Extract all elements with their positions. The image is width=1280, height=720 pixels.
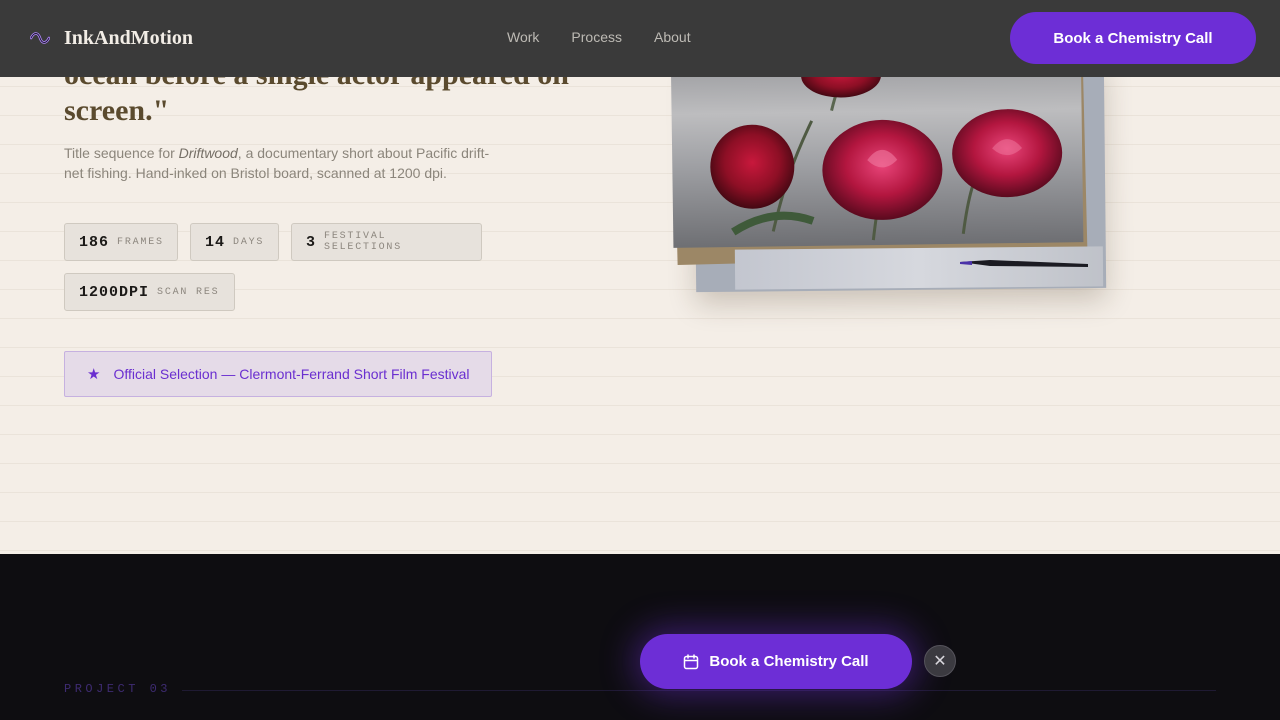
star-icon: ★ <box>87 365 101 383</box>
project-description: Title sequence for Driftwood, a document… <box>64 143 504 183</box>
nav-link-about[interactable]: About <box>654 29 691 45</box>
stat-festival-selections: 3 FESTIVAL SELECTIONS <box>291 223 482 261</box>
floating-cta-label: Book a Chemistry Call <box>709 653 869 670</box>
logo[interactable]: InkAndMotion <box>30 25 193 51</box>
stat-value: 186 <box>79 233 110 251</box>
top-nav: InkAndMotion Work Process About Book a C… <box>0 0 1280 77</box>
calendar-icon <box>684 653 699 669</box>
stat-value: 3 <box>306 233 317 251</box>
stat-days: 14 DAYS <box>190 223 279 261</box>
logo-text: InkAndMotion <box>64 26 193 49</box>
pen-icon <box>960 260 1088 267</box>
next-project-section: PROJECT 03 <box>0 554 1280 720</box>
close-icon: ✕ <box>933 653 947 670</box>
floating-book-call-button[interactable]: Book a Chemistry Call <box>640 634 912 689</box>
nav-link-work[interactable]: Work <box>507 29 539 45</box>
hero-section: ocean before a single actor appeared on … <box>0 0 1280 554</box>
stat-value: 14 <box>205 233 226 251</box>
award-text: Official Selection — Clermont-Ferrand Sh… <box>113 366 470 382</box>
award-badge: ★ Official Selection — Clermont-Ferrand … <box>64 351 492 397</box>
stat-label: SCAN RES <box>157 286 220 298</box>
stat-scan-res: 1200DPI SCAN RES <box>64 273 235 311</box>
nav-links: Work Process About <box>507 29 723 45</box>
close-floating-cta-button[interactable]: ✕ <box>924 645 956 677</box>
stat-label: FRAMES <box>117 236 164 248</box>
film-title: Driftwood <box>178 145 238 161</box>
section-divider <box>182 690 1216 691</box>
stat-frames: 186 FRAMES <box>64 223 178 261</box>
project-label: PROJECT 03 <box>64 682 172 696</box>
nav-link-process[interactable]: Process <box>571 29 622 45</box>
infinity-wave-icon <box>30 32 50 44</box>
book-call-button[interactable]: Book a Chemistry Call <box>1010 12 1256 64</box>
stat-label: FESTIVAL SELECTIONS <box>324 231 403 253</box>
stat-value: 1200DPI <box>79 283 150 301</box>
stat-label: DAYS <box>233 236 265 248</box>
description-prefix: Title sequence for <box>64 145 179 161</box>
